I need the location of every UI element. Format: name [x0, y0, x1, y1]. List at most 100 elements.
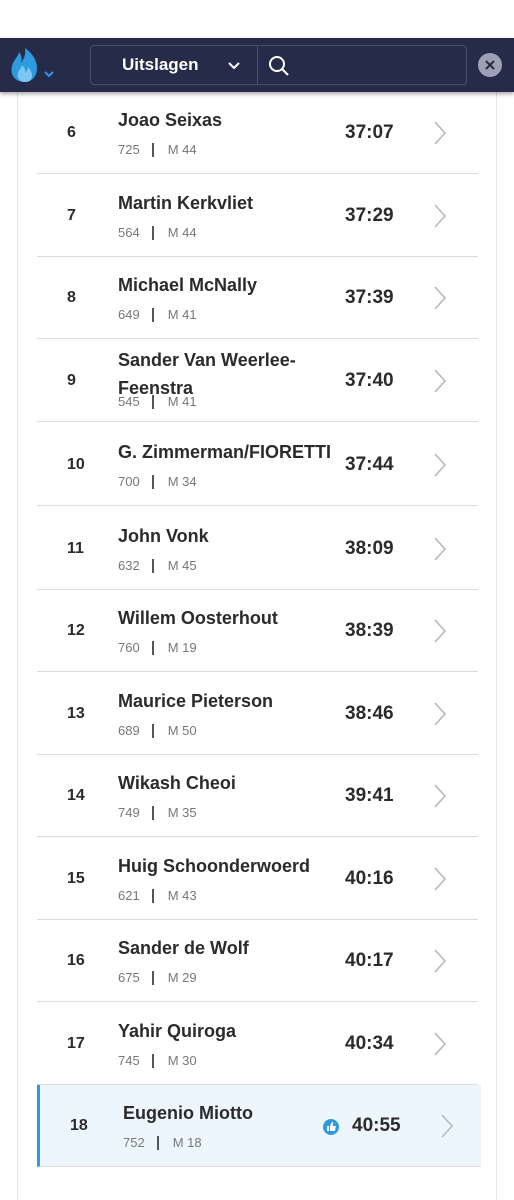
chevron-right-icon[interactable]	[433, 948, 447, 979]
athlete-meta: 700 M 34	[118, 474, 197, 489]
search-input[interactable]	[298, 50, 458, 80]
finish-time: 37:07	[345, 122, 394, 143]
result-row[interactable]: 10 G. Zimmerman/FIORETTI 700 M 34 37:44	[37, 424, 478, 506]
chevron-right-icon[interactable]	[433, 1031, 447, 1062]
age-category: M 41	[167, 394, 197, 409]
thumbs-up-icon[interactable]	[322, 1118, 340, 1141]
chevron-right-icon[interactable]	[433, 701, 447, 732]
bib-number: 649	[118, 307, 140, 322]
rank-number: 18	[70, 1117, 88, 1134]
rank-number: 9	[67, 372, 76, 389]
chevron-right-icon[interactable]	[440, 1113, 454, 1144]
chevron-right-icon[interactable]	[433, 618, 447, 649]
athlete-meta: 725 M 44	[118, 142, 197, 157]
bib-number: 564	[118, 225, 140, 240]
age-category: M 19	[167, 640, 197, 655]
top-navigation-bar: Uitslagen	[0, 38, 514, 92]
meta-divider	[151, 558, 154, 573]
finish-time: 40:34	[345, 1033, 394, 1054]
athlete-meta: 649 M 41	[118, 307, 197, 322]
flame-logo-icon[interactable]	[8, 46, 58, 84]
chevron-right-icon[interactable]	[433, 203, 447, 234]
section-dropdown-label: Uitslagen	[122, 55, 199, 74]
meta-divider	[151, 970, 154, 985]
bib-number: 545	[118, 394, 140, 409]
close-icon[interactable]	[478, 53, 502, 77]
age-category: M 30	[167, 1053, 197, 1068]
list-border-right	[496, 92, 497, 1200]
rank-number: 10	[67, 456, 85, 473]
athlete-meta: 745 M 30	[118, 1053, 197, 1068]
finish-time: 37:29	[345, 205, 394, 226]
section-dropdown[interactable]: Uitslagen	[90, 45, 258, 85]
athlete-meta: 760 M 19	[118, 640, 197, 655]
result-row[interactable]: 17 Yahir Quiroga 745 M 30 40:34	[37, 1003, 478, 1085]
result-row[interactable]: 11 John Vonk 632 M 45 38:09	[37, 508, 478, 590]
athlete-name: Maurice Pieterson	[118, 691, 274, 711]
athlete-meta: 675 M 29	[118, 970, 197, 985]
meta-divider	[151, 142, 154, 157]
athlete-meta: 752 M 18	[123, 1135, 202, 1150]
athlete-meta: 632 M 45	[118, 558, 197, 573]
result-row[interactable]: 15 Huig Schoonderwoerd 621 M 43 40:16	[37, 838, 478, 920]
athlete-name: Willem Oosterhout	[118, 608, 278, 628]
meta-divider	[151, 307, 154, 322]
chevron-down-icon	[44, 71, 54, 78]
result-row[interactable]: 13 Maurice Pieterson 689 M 50 38:46	[37, 673, 478, 755]
finish-time: 40:55	[352, 1115, 401, 1136]
result-row[interactable]: 9 Sander Van Weerlee-Feenstra 545 M 41 37:40	[37, 340, 478, 422]
rank-number: 16	[67, 952, 85, 969]
age-category: M 45	[167, 558, 197, 573]
athlete-meta: 749 M 35	[118, 805, 197, 820]
chevron-right-icon[interactable]	[433, 536, 447, 567]
bib-number: 621	[118, 888, 140, 903]
rank-number: 6	[67, 124, 76, 141]
chevron-right-icon[interactable]	[433, 452, 447, 483]
athlete-meta: 545 M 41	[118, 394, 197, 409]
result-row[interactable]: 14 Wikash Cheoi 749 M 35 39:41	[37, 755, 478, 837]
chevron-right-icon[interactable]	[433, 866, 447, 897]
status-strip	[0, 0, 514, 38]
rank-number: 11	[67, 540, 84, 557]
rank-number: 14	[67, 787, 85, 804]
rank-number: 15	[67, 870, 85, 887]
bib-number: 675	[118, 970, 140, 985]
age-category: M 44	[167, 225, 197, 240]
search-icon[interactable]	[268, 55, 290, 82]
rank-number: 12	[67, 622, 85, 639]
age-category: M 50	[167, 723, 197, 738]
bib-number: 725	[118, 142, 140, 157]
age-category: M 44	[167, 142, 197, 157]
result-row[interactable]: 16 Sander de Wolf 675 M 29 40:17	[37, 920, 478, 1002]
athlete-name: Martin Kerkvliet	[118, 193, 254, 213]
finish-time: 40:16	[345, 868, 394, 889]
finish-time: 38:39	[345, 620, 394, 641]
age-category: M 34	[167, 474, 197, 489]
result-row[interactable]: 8 Michael McNally 649 M 41 37:39	[37, 257, 478, 339]
athlete-meta: 564 M 44	[118, 225, 197, 240]
result-row-selected[interactable]: 18 Eugenio Miotto 752 M 18 40:55	[37, 1085, 481, 1167]
meta-divider	[151, 1053, 154, 1068]
athlete-name: Yahir Quiroga	[118, 1021, 237, 1041]
meta-divider	[151, 723, 154, 738]
finish-time: 37:44	[345, 454, 394, 475]
athlete-name: Michael McNally	[118, 275, 258, 295]
meta-divider	[156, 1135, 159, 1150]
chevron-right-icon[interactable]	[433, 368, 447, 399]
athlete-name: Huig Schoonderwoerd	[118, 856, 311, 876]
rank-number: 7	[67, 207, 76, 224]
result-row[interactable]: 12 Willem Oosterhout 760 M 19 38:39	[37, 590, 478, 672]
athlete-name: Eugenio Miotto	[123, 1103, 253, 1123]
chevron-right-icon[interactable]	[433, 285, 447, 316]
athlete-name: G. Zimmerman/FIORETTI	[118, 442, 332, 462]
list-border-left	[17, 92, 18, 1200]
chevron-right-icon[interactable]	[433, 783, 447, 814]
age-category: M 43	[167, 888, 197, 903]
bib-number: 632	[118, 558, 140, 573]
athlete-meta: 689 M 50	[118, 723, 197, 738]
result-row[interactable]: 6 Joao Seixas 725 M 44 37:07	[37, 92, 478, 174]
chevron-right-icon[interactable]	[433, 120, 447, 151]
meta-divider	[151, 474, 154, 489]
result-row[interactable]: 7 Martin Kerkvliet 564 M 44 37:29	[37, 175, 478, 257]
athlete-name: Sander de Wolf	[118, 938, 249, 958]
